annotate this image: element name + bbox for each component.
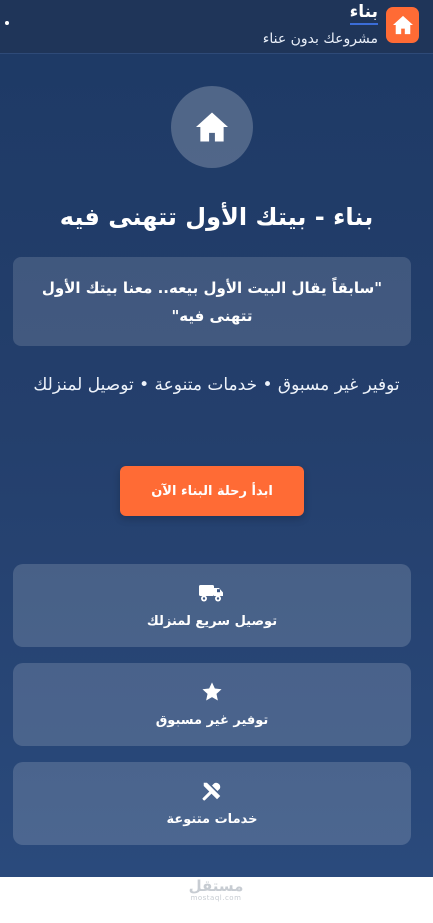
brand-name[interactable]: بناء <box>349 1 378 25</box>
features-summary: توفير غير مسبوق • خدمات متنوعة • توصيل ل… <box>33 375 400 395</box>
start-building-button[interactable]: ابدأ رحلة البناء الآن <box>120 466 304 516</box>
truck-icon <box>199 581 225 605</box>
feature-card-services[interactable]: خدمات متنوعة <box>13 762 411 845</box>
quote-box: "سابقاً يقال البيت الأول بيعه.. معنا بيت… <box>13 257 411 346</box>
menu-dot-icon[interactable] <box>5 21 9 25</box>
next-section: مستقل mostaql.com <box>0 877 433 923</box>
hero-icon-circle <box>171 86 253 168</box>
hero-section: بناء - بيتك الأول تتهنى فيه "سابقاً يقال… <box>0 54 433 877</box>
home-icon <box>392 15 413 35</box>
feature-label-savings: توفير غير مسبوق <box>155 712 269 728</box>
feature-label-services: خدمات متنوعة <box>166 811 258 827</box>
quote-text: "سابقاً يقال البيت الأول بيعه.. معنا بيت… <box>41 278 383 325</box>
star-icon <box>201 680 223 704</box>
home-icon <box>196 112 228 142</box>
feature-label-delivery: توصيل سريع لمنزلك <box>146 613 278 629</box>
feature-card-delivery[interactable]: توصيل سريع لمنزلك <box>13 564 411 647</box>
watermark: مستقل mostaql.com <box>186 877 246 904</box>
feature-card-savings[interactable]: توفير غير مسبوق <box>13 663 411 746</box>
brand-logo[interactable] <box>386 7 419 43</box>
watermark-line2: mostaql.com <box>190 894 242 902</box>
top-header: بناء مشروعك بدون عناء <box>0 0 433 54</box>
hero-title: بناء - بيتك الأول تتهنى فيه <box>59 203 374 231</box>
watermark-line1: مستقل <box>188 877 244 895</box>
tools-icon <box>201 779 223 803</box>
brand-tagline: مشروعك بدون عناء <box>262 31 378 47</box>
